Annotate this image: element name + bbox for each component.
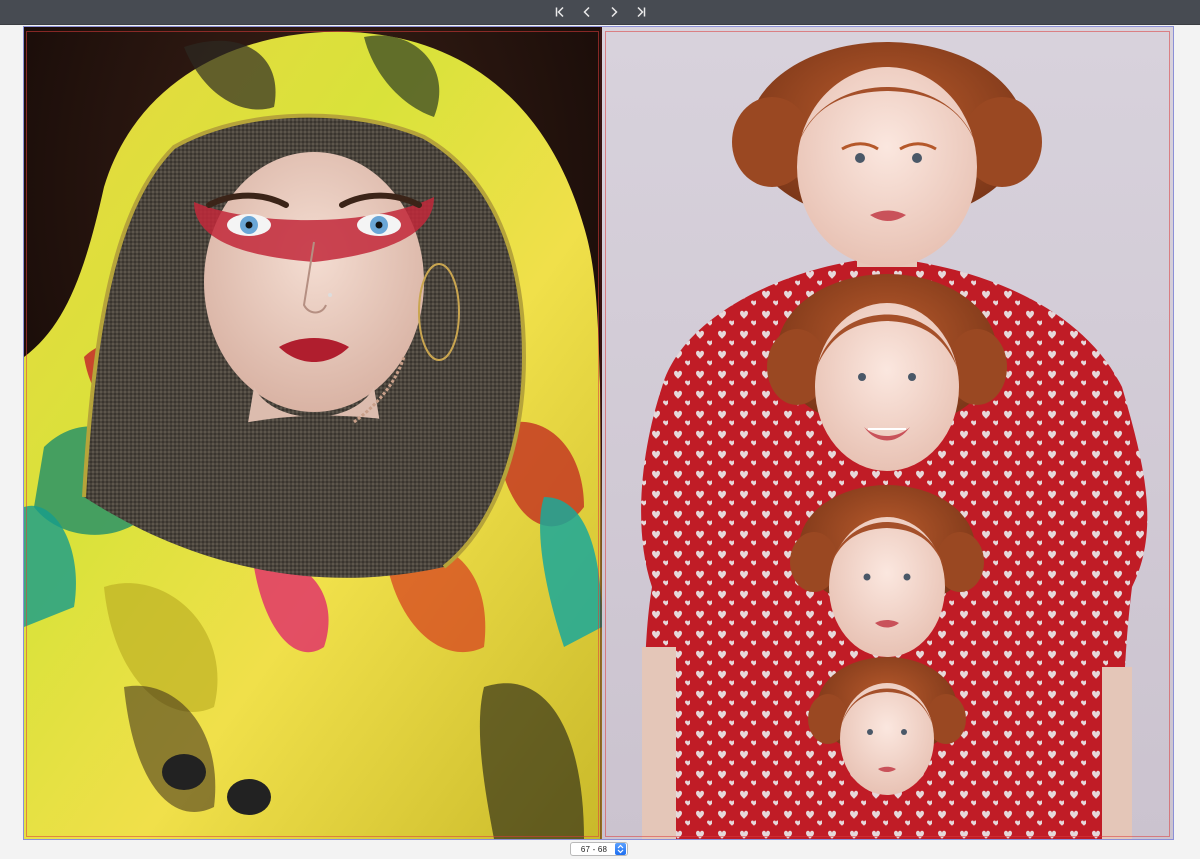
page-number-value: 67 - 68	[580, 844, 608, 854]
previous-page-icon	[582, 6, 590, 18]
book-spread	[23, 26, 1174, 840]
right-page-photo	[602, 27, 1173, 839]
previous-page-button[interactable]	[573, 0, 600, 24]
page-navigation	[546, 0, 654, 24]
next-page-button[interactable]	[600, 0, 627, 24]
left-page-photo	[24, 27, 602, 839]
last-page-button[interactable]	[627, 0, 654, 24]
first-page-button[interactable]	[546, 0, 573, 24]
last-page-icon	[636, 6, 645, 18]
first-page-icon	[555, 6, 564, 18]
right-page-illustration	[602, 27, 1173, 839]
next-page-icon	[610, 6, 618, 18]
toolbar	[0, 0, 1200, 25]
left-page-illustration	[24, 27, 602, 839]
page-number-select[interactable]: 67 - 68	[570, 842, 628, 856]
stepper-arrows-icon	[615, 843, 626, 855]
